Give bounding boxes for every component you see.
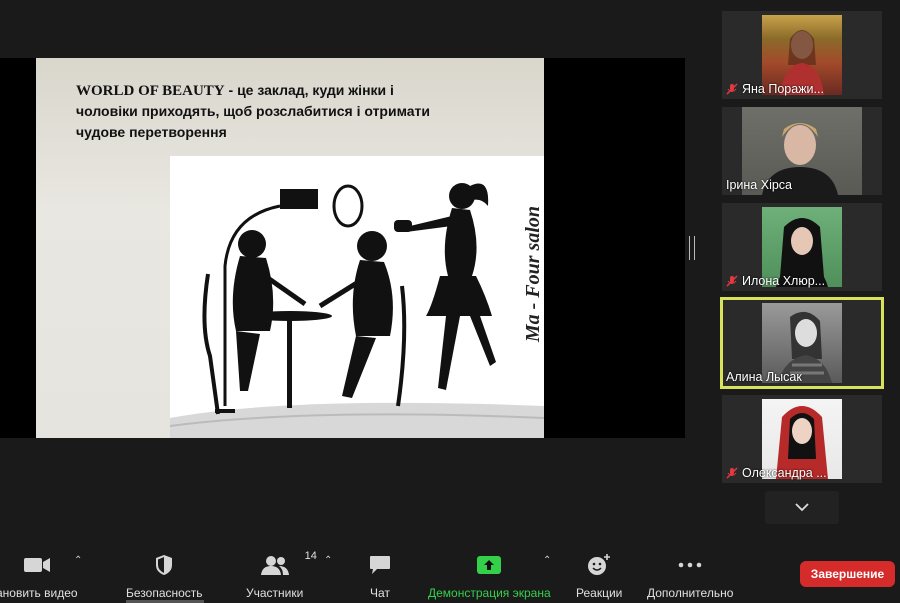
shared-screen: WORLD OF BEAUTY - це заклад, куди жінки … — [0, 58, 685, 438]
meeting-toolbar: ановить видео ⌃ Безопасность 14 Участник… — [0, 540, 900, 603]
participant-tile[interactable]: Илона Хлюр... — [722, 203, 882, 291]
muted-mic-icon — [726, 83, 738, 95]
presentation-slide: WORLD OF BEAUTY - це заклад, куди жінки … — [36, 58, 544, 438]
participant-name: Яна Поражи... — [742, 82, 824, 96]
share-screen-button[interactable]: Демонстрация экрана — [428, 552, 551, 600]
more-button-label: Дополнительно — [647, 586, 734, 600]
salon-silhouette-art — [170, 183, 544, 438]
participant-tile[interactable]: Олександра ... — [722, 395, 882, 483]
participant-name-row: Ірина Хірса — [726, 178, 792, 192]
chevron-down-icon — [795, 503, 809, 512]
gallery-scroll-down-button[interactable] — [765, 491, 839, 524]
participant-tile-active-speaker[interactable]: Алина Лысак — [720, 297, 884, 389]
more-button[interactable]: Дополнительно — [647, 552, 733, 600]
participants-button-label: Участники — [246, 586, 304, 600]
reactions-button-label: Реакции — [576, 586, 623, 600]
slide-text: WORLD OF BEAUTY - це заклад, куди жінки … — [76, 80, 496, 143]
participants-options-caret[interactable]: ⌃ — [324, 555, 332, 566]
salon-brand-label: Ma - Four salon — [522, 206, 544, 343]
emoji-plus-icon — [587, 552, 611, 578]
share-screen-button-label: Демонстрация экрана — [428, 586, 551, 600]
participant-name-row: Илона Хлюр... — [726, 274, 825, 288]
salon-silhouette-image: Ma - Four salon — [170, 156, 544, 438]
participant-name-row: Алина Лысак — [726, 370, 802, 384]
participant-name: Олександра ... — [742, 466, 827, 480]
participant-name-row: Яна Поражи... — [726, 82, 824, 96]
participant-name: Илона Хлюр... — [742, 274, 826, 288]
share-options-caret[interactable]: ⌃ — [543, 555, 551, 566]
chat-bubble-icon — [369, 552, 391, 578]
participants-count: 14 — [304, 550, 317, 562]
video-button[interactable]: ановить видео — [0, 552, 78, 600]
participant-name: Ірина Хірса — [726, 178, 793, 192]
video-camera-icon — [23, 552, 51, 578]
share-screen-icon — [477, 552, 502, 578]
slide-line-2: чоловіки приходять, щоб розслабитися і о… — [76, 103, 430, 119]
security-button-label: Безопасность — [126, 586, 203, 600]
muted-mic-icon — [726, 467, 738, 479]
chat-button-label: Чат — [370, 586, 390, 600]
video-options-caret[interactable]: ⌃ — [74, 555, 82, 566]
more-dots-icon — [678, 552, 702, 578]
muted-mic-icon — [726, 275, 738, 287]
shield-icon — [155, 552, 173, 578]
security-button[interactable]: Безопасность — [126, 552, 203, 600]
participant-gallery: Яна Поражи... Ірина Хірса Илона Хлюр... … — [720, 11, 884, 491]
end-meeting-button[interactable]: Завершение — [800, 561, 895, 587]
slide-line-3: чудове перетворення — [76, 124, 227, 140]
participant-name-row: Олександра ... — [726, 466, 827, 480]
end-meeting-label: Завершение — [810, 567, 885, 581]
participants-button[interactable]: 14 Участники — [246, 550, 317, 600]
participants-icon: 14 — [260, 550, 317, 578]
reactions-button[interactable]: Реакции — [576, 552, 622, 600]
video-button-label: ановить видео — [0, 586, 78, 600]
slide-title-brand: WORLD OF BEAUTY — [76, 83, 225, 99]
slide-title-rest: - це заклад, куди жінки і — [224, 82, 394, 98]
chat-button[interactable]: Чат — [369, 552, 391, 600]
panel-resize-handle[interactable] — [689, 236, 695, 260]
participant-name: Алина Лысак — [726, 370, 802, 384]
participant-tile[interactable]: Ірина Хірса — [722, 107, 882, 195]
participant-tile[interactable]: Яна Поражи... — [722, 11, 882, 99]
